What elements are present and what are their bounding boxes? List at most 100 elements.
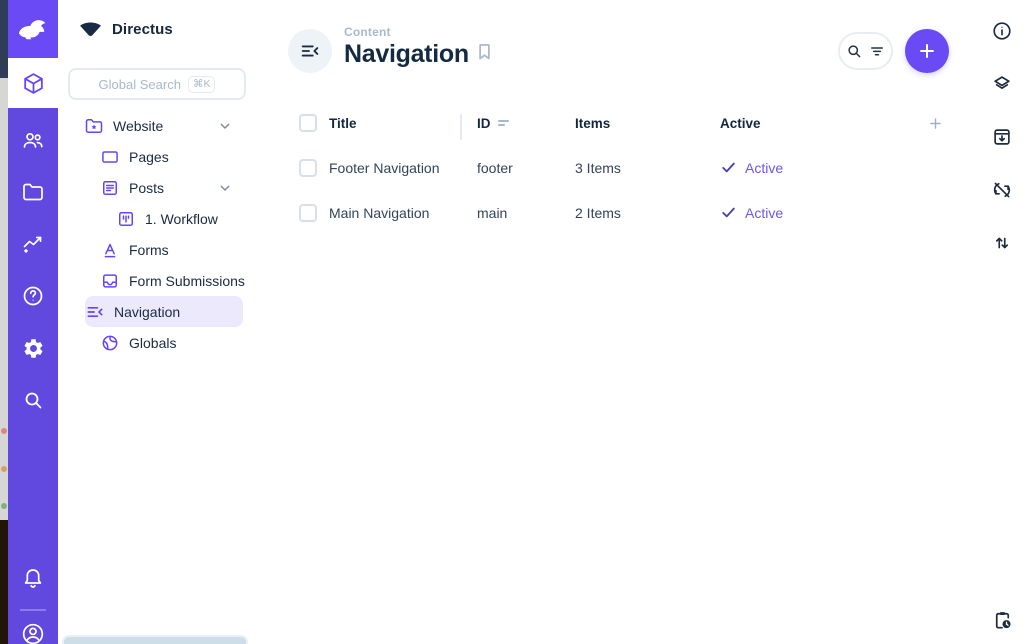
- sync-disabled-icon: [991, 179, 1013, 201]
- chart-icon: [21, 232, 45, 256]
- notifications-button[interactable]: [8, 556, 58, 600]
- add-item-button[interactable]: [905, 29, 949, 73]
- nav-item-navigation[interactable]: Navigation: [85, 296, 243, 327]
- account-icon: [20, 621, 46, 644]
- table-row[interactable]: Main Navigation main 2 Items Active: [299, 190, 944, 235]
- module-bar: [8, 0, 58, 644]
- status-popup-sliver: [62, 635, 248, 644]
- nav-sidebar: Directus Global Search ⌘K Website: [58, 0, 250, 644]
- module-content-button[interactable]: [8, 58, 58, 108]
- article-icon: [100, 178, 120, 198]
- nav-item-label: Pages: [129, 149, 169, 165]
- project-shield-icon: [78, 19, 103, 39]
- main-content: Content Navigation: [250, 0, 975, 644]
- project-name: Directus: [112, 21, 173, 38]
- row-id: main: [460, 205, 575, 221]
- table-row[interactable]: Footer Navigation footer 3 Items Active: [299, 145, 944, 190]
- module-search-button[interactable]: [8, 374, 58, 426]
- nav-item-posts[interactable]: Posts: [100, 172, 243, 203]
- chevron-down-icon[interactable]: [217, 180, 233, 196]
- nav-item-form-submissions[interactable]: Form Submissions: [100, 265, 243, 296]
- row-items: 3 Items: [575, 160, 720, 176]
- module-insights-button[interactable]: [8, 218, 58, 270]
- layers-icon: [991, 73, 1013, 95]
- column-header-id[interactable]: ID: [460, 116, 575, 131]
- row-checkbox[interactable]: [299, 159, 317, 177]
- folder-star-icon: [84, 116, 104, 136]
- column-divider: [460, 114, 462, 140]
- module-files-button[interactable]: [8, 166, 58, 218]
- check-icon: [720, 159, 737, 176]
- column-header-active[interactable]: Active: [720, 116, 926, 131]
- project-header[interactable]: Directus: [58, 0, 250, 58]
- archive-button[interactable]: [980, 115, 1024, 159]
- help-icon: [21, 284, 45, 308]
- nav-item-forms[interactable]: Forms: [100, 234, 243, 265]
- backdrop-dot: [1, 503, 7, 509]
- gear-icon: [22, 337, 45, 360]
- title-block: Content Navigation: [344, 25, 469, 69]
- status-badge: Active: [745, 205, 783, 221]
- module-help-button[interactable]: [8, 270, 58, 322]
- nav-item-label: Posts: [129, 180, 164, 196]
- menu-open-icon: [299, 40, 321, 62]
- menu-open-icon: [85, 302, 105, 322]
- filter-icon[interactable]: [868, 42, 886, 60]
- globe-icon: [100, 333, 120, 353]
- column-header-title[interactable]: Title: [329, 116, 460, 131]
- project-logo-button[interactable]: [8, 0, 58, 58]
- backdrop-segment: [0, 78, 8, 520]
- right-sidebar: [975, 0, 1028, 644]
- nav-item-globals[interactable]: Globals: [100, 327, 243, 358]
- row-checkbox[interactable]: [299, 204, 317, 222]
- search-icon[interactable]: [845, 42, 863, 60]
- sync-disabled-button[interactable]: [980, 168, 1024, 212]
- row-items: 2 Items: [575, 205, 720, 221]
- table-header-row: Title ID Items Active: [299, 106, 944, 140]
- module-settings-button[interactable]: [8, 322, 58, 374]
- row-title: Main Navigation: [329, 205, 460, 221]
- collection-icon-button[interactable]: [288, 29, 332, 73]
- nav-item-label: Website: [113, 118, 163, 134]
- nav-item-website[interactable]: Website: [84, 110, 243, 141]
- nav-item-workflow[interactable]: 1. Workflow: [116, 203, 243, 234]
- nav-item-label: Navigation: [114, 304, 180, 320]
- pending-revisions-button[interactable]: [980, 598, 1024, 642]
- items-table: Title ID Items Active Foo: [250, 106, 975, 235]
- keyboard-shortcut-badge: ⌘K: [188, 76, 216, 93]
- module-list: [8, 108, 58, 426]
- row-active-cell: Active: [720, 159, 926, 176]
- nav-item-label: Globals: [129, 335, 176, 351]
- rabbit-logo-icon: [18, 17, 48, 42]
- global-search-input[interactable]: Global Search ⌘K: [68, 68, 246, 100]
- column-header-items[interactable]: Items: [575, 116, 720, 131]
- plus-icon: [916, 40, 938, 62]
- app-window: Directus Global Search ⌘K Website: [0, 0, 1028, 644]
- desktop-backdrop-sliver: [0, 0, 8, 644]
- bookmark-button[interactable]: [474, 41, 495, 62]
- swap-vert-icon: [991, 232, 1013, 254]
- letter-a-icon: [100, 240, 120, 260]
- bell-icon: [21, 566, 45, 590]
- add-column-button[interactable]: [926, 115, 944, 132]
- rectangle-icon: [100, 147, 120, 167]
- module-users-button[interactable]: [8, 114, 58, 166]
- nav-item-pages[interactable]: Pages: [100, 141, 243, 172]
- select-all-checkbox[interactable]: [299, 114, 317, 132]
- search-icon: [21, 388, 45, 412]
- backdrop-segment: [0, 0, 8, 78]
- search-filter-pill: [838, 32, 893, 70]
- column-header-id-label: ID: [477, 116, 491, 131]
- row-title: Footer Navigation: [329, 160, 460, 176]
- info-sidebar-button[interactable]: [980, 9, 1024, 53]
- archive-icon: [991, 126, 1013, 148]
- folder-icon: [21, 180, 45, 204]
- inbox-icon: [100, 271, 120, 291]
- manual-sort-button[interactable]: [980, 221, 1024, 265]
- global-search-placeholder: Global Search: [99, 77, 181, 92]
- chevron-down-icon[interactable]: [217, 118, 233, 134]
- nav-tree: Website Pages: [58, 110, 250, 358]
- user-avatar-button[interactable]: [11, 612, 55, 644]
- layout-options-button[interactable]: [980, 62, 1024, 106]
- backdrop-dot: [1, 428, 7, 434]
